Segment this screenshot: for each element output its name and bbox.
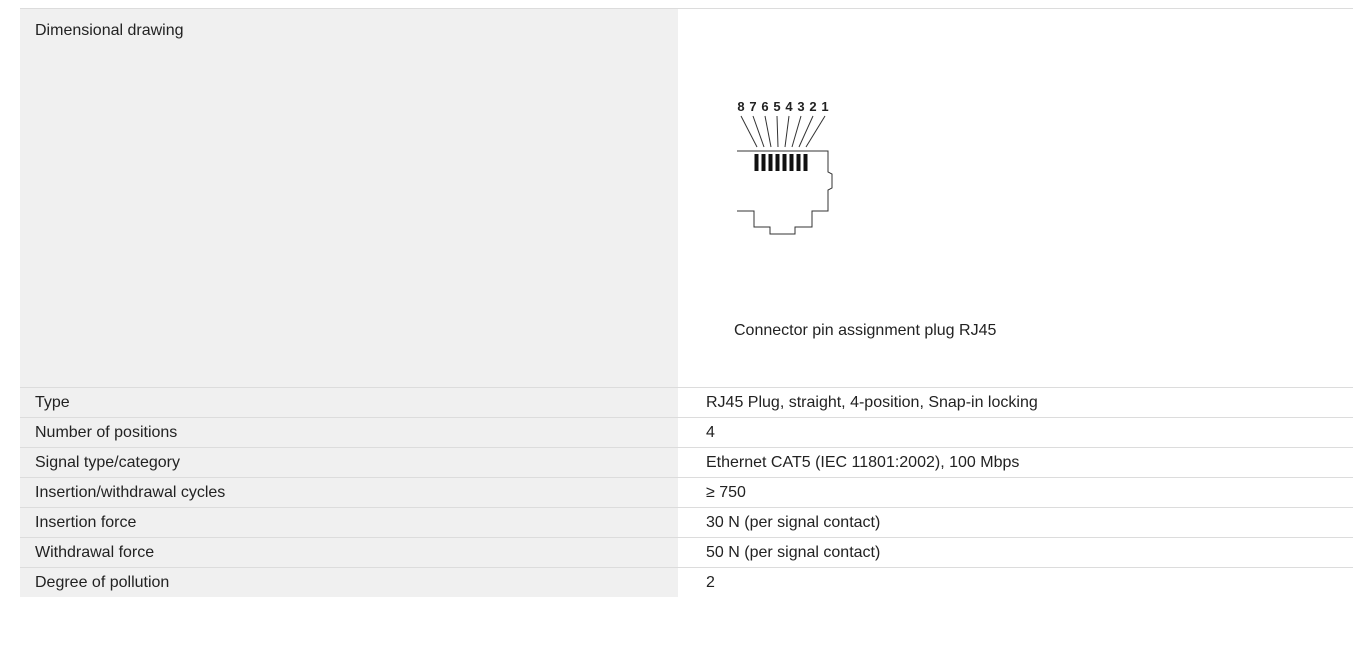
pin-label: 7 [749,100,756,114]
pin-label: 8 [737,100,744,114]
table-row: Insertion force 30 N (per signal contact… [20,507,1353,538]
spec-value: 2 [678,567,1353,597]
table-row: Withdrawal force 50 N (per signal contac… [20,537,1353,568]
spec-label: Number of positions [20,417,678,448]
spec-value: 4 [678,417,1353,448]
pin-label: 6 [761,100,768,114]
spec-label: Signal type/category [20,447,678,478]
table-row: Signal type/category Ethernet CAT5 (IEC … [20,447,1353,478]
drawing-caption: Connector pin assignment plug RJ45 [734,322,997,339]
pin-label: 5 [773,100,780,114]
spec-value: Ethernet CAT5 (IEC 11801:2002), 100 Mbps [678,447,1353,478]
spec-table: Dimensional drawing 8 7 6 5 4 3 2 1 Conn… [20,8,1353,597]
spec-value: ≥ 750 [678,477,1353,508]
table-row: Type RJ45 Plug, straight, 4-position, Sn… [20,387,1353,418]
dimensional-drawing-label: Dimensional drawing [20,8,678,388]
pin-label: 3 [797,100,804,114]
table-row: Number of positions 4 [20,417,1353,448]
spec-label: Insertion/withdrawal cycles [20,477,678,508]
spec-label: Type [20,387,678,418]
spec-value: 50 N (per signal contact) [678,537,1353,568]
spec-label: Withdrawal force [20,537,678,568]
spec-value: RJ45 Plug, straight, 4-position, Snap-in… [678,387,1353,418]
spec-value: 30 N (per signal contact) [678,507,1353,538]
table-row: Degree of pollution 2 [20,567,1353,597]
pin-label: 1 [821,100,828,114]
spec-label: Insertion force [20,507,678,538]
pin-label: 2 [809,100,816,114]
spec-label: Degree of pollution [20,567,678,597]
table-row: Insertion/withdrawal cycles ≥ 750 [20,477,1353,508]
pin-label: 4 [785,100,793,114]
rj45-pin-diagram: 8 7 6 5 4 3 2 1 [737,100,833,235]
dimensional-drawing-cell: 8 7 6 5 4 3 2 1 Connector pin assignment… [678,8,1353,388]
table-row: Dimensional drawing 8 7 6 5 4 3 2 1 Conn… [20,8,1353,388]
